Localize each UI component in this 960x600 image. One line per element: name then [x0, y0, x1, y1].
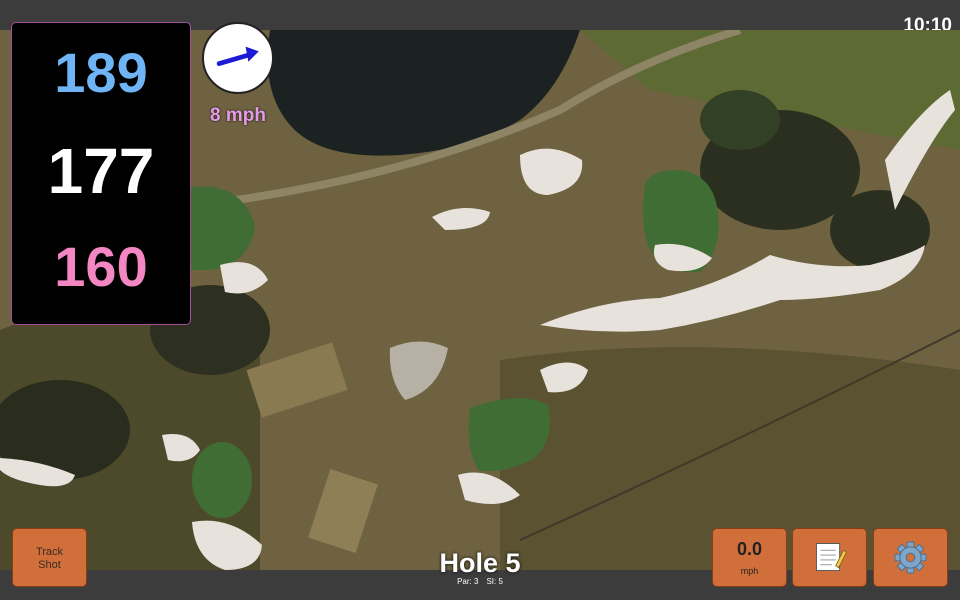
track-shot-button[interactable]: Track Shot: [12, 528, 87, 587]
distance-panel: 189 177 160: [11, 22, 191, 325]
wind-direction-dial: [202, 22, 274, 94]
gear-icon: [894, 541, 927, 574]
green-lower: [192, 442, 252, 518]
notes-button[interactable]: [792, 528, 867, 587]
front-distance: 160: [54, 235, 148, 298]
hole-par: Par: 3: [457, 577, 479, 586]
hole-info: Par: 3 SI: 5: [380, 577, 580, 586]
hole-title: Hole 5: [439, 548, 521, 578]
wind-button-unit: mph: [740, 566, 759, 576]
wind-speed-label: 8 mph: [210, 105, 266, 126]
back-distance: 189: [54, 41, 148, 104]
track-shot-label-line1: Track: [35, 546, 64, 558]
arrow-icon: [216, 46, 259, 67]
track-shot-label-line2: Shot: [38, 559, 61, 572]
notepad-icon: [815, 543, 847, 572]
settings-button[interactable]: [873, 528, 948, 587]
hole-stroke-index: SI: 5: [486, 577, 503, 586]
wind-speed-button[interactable]: 0.0 mph: [712, 528, 787, 587]
middle-distance: 177: [47, 135, 155, 207]
wind-button-value: 0.0: [736, 539, 763, 559]
